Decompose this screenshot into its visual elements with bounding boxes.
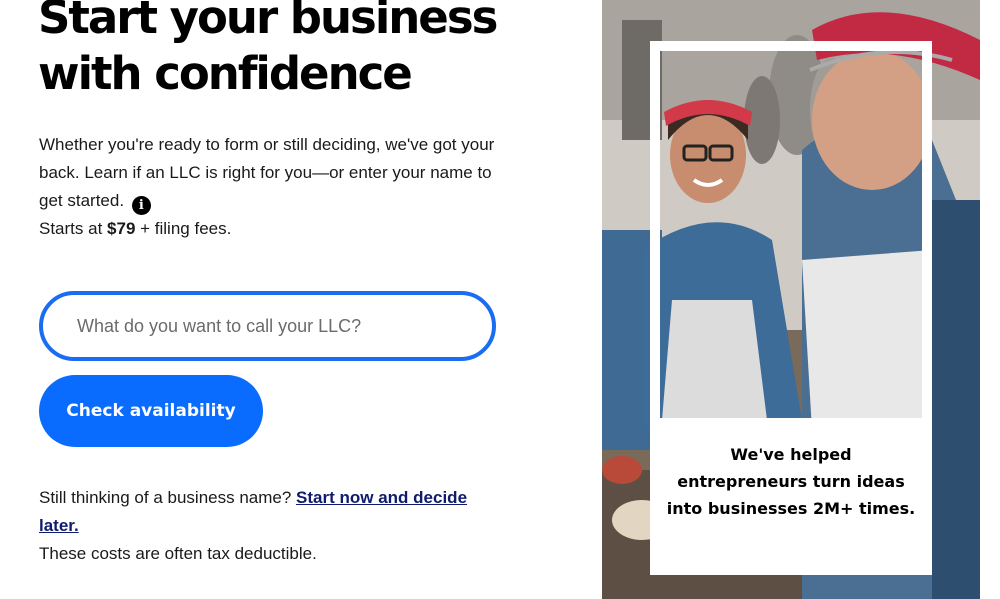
price-suffix: + filing fees. (135, 219, 232, 238)
price-amount: $79 (107, 219, 136, 238)
info-icon[interactable]: i (131, 196, 151, 215)
footer-text-block: Still thinking of a business name? Start… (39, 484, 479, 568)
page-title: Start your business with confidence (38, 0, 558, 102)
intro-text-block: Whether you're ready to form or still de… (39, 131, 509, 243)
llc-hero-section: Start your business with confidence Whet… (0, 0, 1000, 599)
photo-caption: We've helped entrepreneurs turn ideas in… (666, 445, 916, 518)
headline-line-2: with confidence (38, 47, 413, 100)
intro-paragraph: Whether you're ready to form or still de… (39, 135, 495, 210)
headline-line-1: Start your business (38, 0, 498, 44)
llc-name-input[interactable] (39, 291, 496, 361)
price-prefix: Starts at (39, 219, 108, 238)
footer-prompt: Still thinking of a business name? (39, 488, 297, 507)
tax-note: These costs are often tax deductible. (39, 544, 317, 563)
hero-photo: We've helped entrepreneurs turn ideas in… (602, 0, 980, 599)
check-availability-button[interactable]: Check availability (39, 375, 263, 447)
